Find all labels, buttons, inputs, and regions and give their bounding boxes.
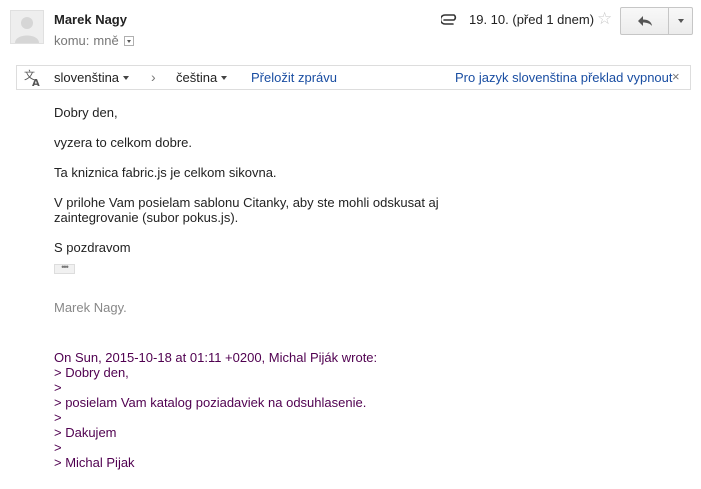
quote-line: > Dakujem bbox=[54, 425, 117, 440]
disable-translation-link[interactable]: Pro jazyk slovenština překlad vypnout bbox=[455, 70, 673, 85]
more-actions-button[interactable] bbox=[669, 8, 692, 34]
show-trimmed-content-button[interactable]: ••• bbox=[54, 263, 75, 274]
chevron-right-icon: › bbox=[151, 69, 156, 85]
body-line: V prilohe Vam posielam sablonu Citanky, … bbox=[54, 195, 439, 210]
star-outline-icon[interactable]: ☆ bbox=[597, 10, 612, 27]
message-date: 19. 10. (před 1 dnem) bbox=[469, 12, 595, 27]
body-line: Dobry den, bbox=[54, 105, 118, 120]
quote-line: > Michal Pijak bbox=[54, 455, 135, 470]
target-language-select[interactable]: čeština bbox=[176, 70, 228, 85]
body-line: vyzera to celkom dobre. bbox=[54, 135, 193, 150]
reply-button-group bbox=[620, 7, 693, 35]
reply-button[interactable] bbox=[621, 8, 669, 34]
quote-line: > bbox=[54, 380, 62, 395]
body-line: S pozdravom bbox=[54, 240, 131, 255]
source-language-label: slovenština bbox=[54, 70, 120, 85]
recipient-prefix: komu: bbox=[54, 33, 90, 48]
sender-name[interactable]: Marek Nagy bbox=[54, 12, 127, 27]
recipient-name: mně bbox=[93, 33, 119, 48]
body-line: Ta kniznica fabric.js je celkom sikovna. bbox=[54, 165, 277, 180]
recipient-line: komu: mně bbox=[54, 33, 134, 48]
chevron-down-icon bbox=[677, 19, 684, 23]
person-silhouette-icon bbox=[15, 17, 39, 43]
avatar[interactable] bbox=[10, 10, 44, 44]
quote-header: On Sun, 2015-10-18 at 01:11 +0200, Micha… bbox=[54, 350, 378, 365]
translate-icon: 文 A bbox=[23, 68, 43, 91]
paperclip-icon bbox=[439, 14, 459, 29]
quote-line: > bbox=[54, 440, 62, 455]
target-language-label: čeština bbox=[176, 70, 218, 85]
svg-text:A: A bbox=[32, 78, 40, 88]
chevron-down-icon bbox=[123, 75, 130, 80]
quote-line: > bbox=[54, 410, 62, 425]
signature: Marek Nagy. bbox=[54, 300, 127, 315]
reply-arrow-icon bbox=[637, 16, 652, 26]
translate-message-link[interactable]: Přeložit zprávu bbox=[251, 70, 337, 85]
close-icon[interactable]: × bbox=[672, 69, 680, 84]
source-language-select[interactable]: slovenština bbox=[54, 70, 130, 85]
chevron-down-icon bbox=[221, 75, 228, 80]
quote-line: > Dobry den, bbox=[54, 365, 129, 380]
quote-line: > posielam Vam katalog poziadaviek na od… bbox=[54, 395, 367, 410]
recipient-details-dropdown[interactable] bbox=[123, 35, 134, 46]
translate-bar: 文 A slovenština › čeština Přeložit zpráv… bbox=[16, 65, 691, 90]
body-line: zaintegrovanie (subor pokus.js). bbox=[54, 210, 239, 225]
